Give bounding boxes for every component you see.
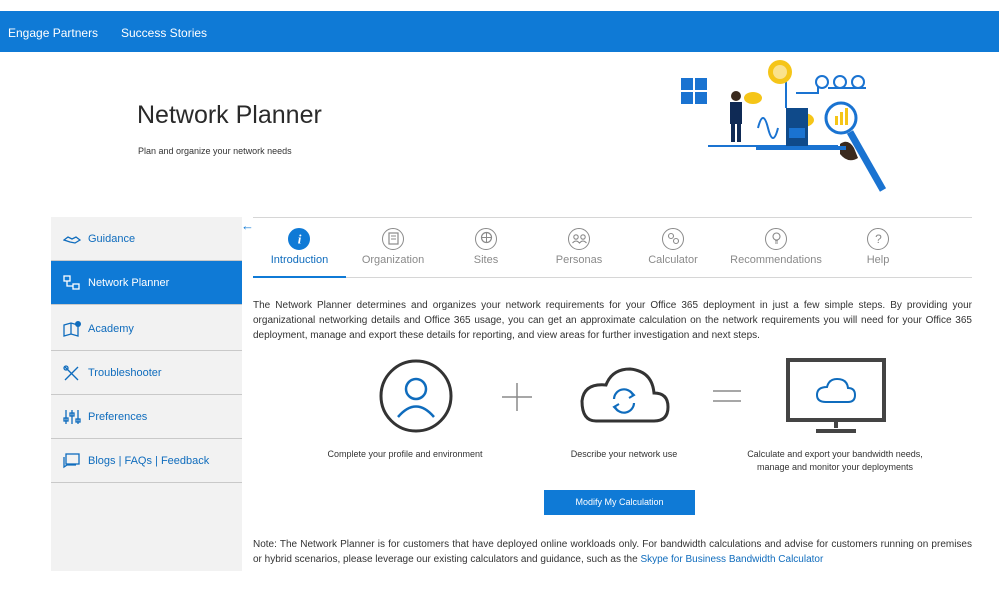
monitor-cloud-icon — [786, 358, 886, 433]
tabs-top-divider — [253, 217, 972, 218]
tools-icon — [63, 365, 79, 381]
person-circle-icon — [379, 359, 453, 433]
tab-label: Recommendations — [730, 254, 822, 266]
tab-label: Calculator — [648, 254, 698, 266]
page-subtitle: Plan and organize your network needs — [138, 146, 292, 156]
sidebar-item-guidance[interactable]: Guidance — [51, 217, 242, 261]
lightbulb-icon — [765, 228, 787, 250]
nav-success-stories[interactable]: Success Stories — [121, 26, 207, 40]
tab-label: Organization — [361, 254, 425, 266]
globe-icon — [475, 228, 497, 250]
sliders-icon — [63, 410, 81, 424]
sidebar: Guidance Network Planner Academy Trouble… — [51, 217, 242, 571]
tab-personas[interactable]: Personas — [540, 228, 618, 278]
handshake-icon — [63, 236, 81, 244]
cloud-sync-icon — [580, 367, 670, 423]
note-text: Note: The Network Planner is for custome… — [253, 537, 972, 567]
nav-engage-partners[interactable]: Engage Partners — [8, 26, 98, 40]
tab-organization[interactable]: Organization — [350, 228, 436, 278]
sidebar-item-preferences[interactable]: Preferences — [51, 395, 242, 439]
sidebar-item-academy[interactable]: Academy — [51, 307, 242, 351]
sidebar-item-network-planner[interactable]: Network Planner — [51, 261, 242, 305]
note-body: Note: The Network Planner is for custome… — [253, 539, 972, 565]
equals-icon — [713, 390, 741, 402]
page-title: Network Planner — [137, 101, 322, 129]
tab-sites[interactable]: Sites — [448, 228, 524, 278]
sidebar-item-label: Academy — [88, 323, 134, 335]
step-label-profile: Complete your profile and environment — [327, 449, 483, 459]
building-icon — [382, 228, 404, 250]
step-label-calculate: Calculate and export your bandwidth need… — [720, 448, 950, 474]
tab-introduction[interactable]: i Introduction — [253, 228, 346, 278]
svg-text:i: i — [297, 232, 301, 247]
sidebar-item-label: Network Planner — [88, 277, 170, 289]
people-icon — [568, 228, 590, 250]
plus-icon — [502, 383, 532, 411]
network-icon — [63, 275, 80, 290]
info-icon: i — [288, 228, 310, 250]
sidebar-item-blogs-faqs-feedback[interactable]: Blogs | FAQs | Feedback — [51, 439, 242, 483]
step-label-line: Calculate and export your bandwidth need… — [747, 449, 923, 459]
top-nav-bar: Engage Partners Success Stories — [0, 11, 999, 52]
step-label-line: manage and monitor your deployments — [756, 462, 914, 472]
calculator-icon — [662, 228, 684, 250]
sidebar-item-troubleshooter[interactable]: Troubleshooter — [51, 351, 242, 395]
chat-icon — [63, 453, 80, 469]
tab-label: Personas — [555, 254, 603, 266]
sidebar-item-label: Troubleshooter — [88, 367, 162, 379]
tab-label: Sites — [473, 254, 499, 266]
tab-label: Introduction — [270, 254, 329, 266]
svg-text:?: ? — [875, 232, 882, 246]
sidebar-item-label: Guidance — [88, 233, 136, 245]
question-icon: ? — [867, 228, 889, 250]
skype-bandwidth-calculator-link[interactable]: Skype for Business Bandwidth Calculator — [640, 554, 823, 565]
intro-description: The Network Planner determines and organ… — [253, 300, 972, 341]
sidebar-item-label: Blogs | FAQs | Feedback — [88, 455, 210, 467]
tab-calculator[interactable]: Calculator — [636, 228, 710, 278]
tab-label: Help — [866, 254, 890, 266]
book-icon — [63, 321, 81, 337]
modify-calculation-button[interactable]: Modify My Calculation — [544, 490, 695, 515]
tab-help[interactable]: ? Help — [850, 228, 906, 278]
tab-recommendations[interactable]: Recommendations — [726, 228, 826, 278]
network-planner-illustration — [681, 60, 887, 192]
step-label-network-use: Describe your network use — [570, 449, 678, 459]
sidebar-item-label: Preferences — [88, 411, 148, 423]
